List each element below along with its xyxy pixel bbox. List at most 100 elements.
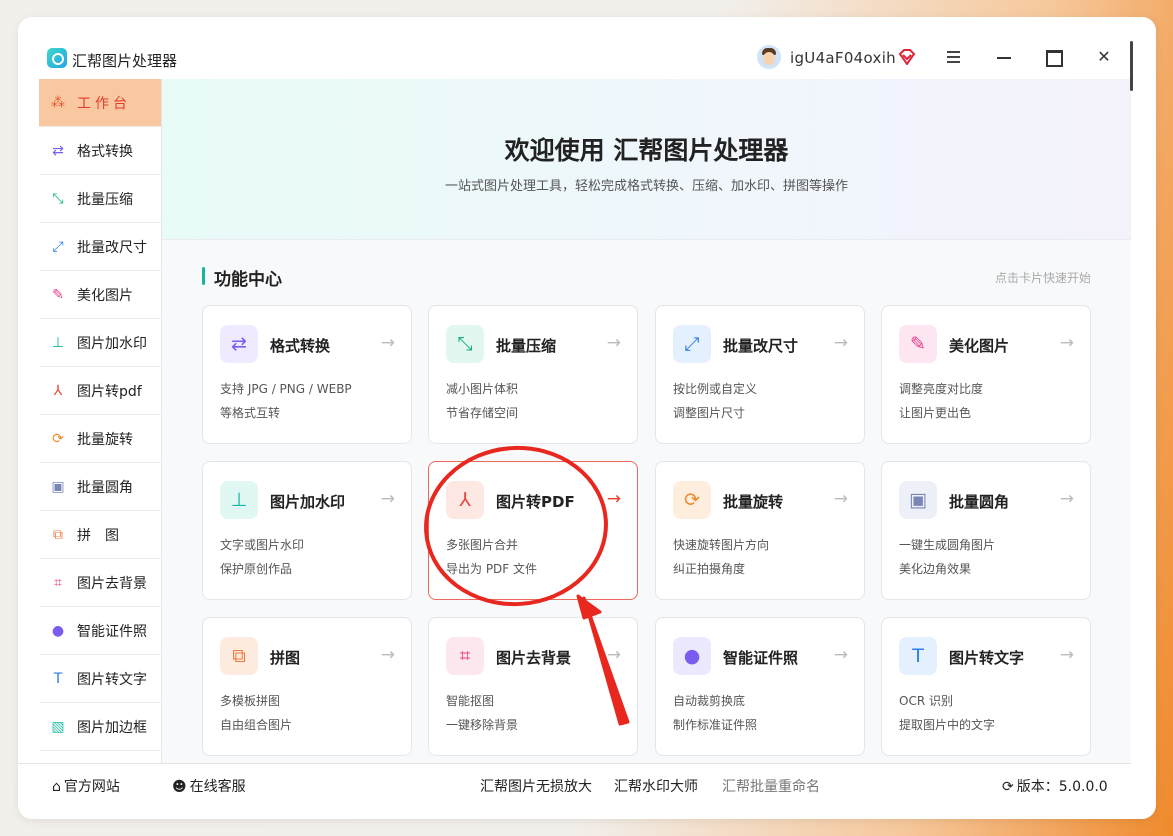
- sidebar-item-label: 图片转文字: [77, 671, 147, 688]
- sidebar-item-label: 图片加水印: [77, 335, 147, 352]
- sidebar-item-7[interactable]: ⟳ 批量旋转: [39, 415, 161, 463]
- menu-button[interactable]: [944, 47, 964, 67]
- close-button[interactable]: ✕: [1094, 47, 1114, 67]
- beautify-icon: ✎: [899, 325, 937, 363]
- card-description: 按比例或自定义: [673, 382, 758, 396]
- resize-icon: ⤢: [673, 325, 711, 363]
- text-icon: T: [53, 670, 63, 687]
- vip-diamond-icon[interactable]: [898, 49, 916, 65]
- feature-card[interactable]: ⌗ 图片去背景 → 智能抠图 一键移除背景: [428, 617, 638, 756]
- sidebar-item-5[interactable]: ⊥ 图片加水印: [39, 319, 161, 367]
- version-info: ⟳ 版本：5.0.0.0: [1002, 779, 1108, 795]
- feature-card[interactable]: ▣ 批量圆角 → 一键生成圆角图片 美化边角效果: [881, 461, 1091, 600]
- arrow-right-icon: →: [833, 645, 848, 665]
- card-title: 图片去背景: [496, 649, 572, 667]
- card-description: 制作标准证件照: [673, 718, 758, 732]
- card-description: 节省存储空间: [446, 406, 519, 420]
- sidebar-item-label: 美化图片: [77, 287, 133, 304]
- feature-card[interactable]: ⅄ 图片转PDF → 多张图片合并 导出为 PDF 文件: [428, 461, 638, 600]
- crop-icon: ⌗: [446, 637, 484, 675]
- collage-icon: ⧉: [53, 526, 63, 543]
- rotate-icon: ⟳: [673, 481, 711, 519]
- home-icon: ⌂: [52, 779, 61, 795]
- crop-icon: ⌗: [54, 574, 62, 591]
- feature-card[interactable]: ⤢ 批量改尺寸 → 按比例或自定义 调整图片尺寸: [655, 305, 865, 444]
- sidebar-item-10[interactable]: ⌗ 图片去背景: [39, 559, 161, 607]
- refresh-icon: ⟳: [1002, 779, 1014, 795]
- online-support-link[interactable]: ☻ 在线客服: [172, 776, 246, 796]
- sidebar-item-13[interactable]: ▧ 图片加边框: [39, 703, 161, 751]
- sidebar-item-8[interactable]: ▣ 批量圆角: [39, 463, 161, 511]
- user-avatar[interactable]: [757, 45, 781, 69]
- text-icon: T: [899, 637, 937, 675]
- feature-card[interactable]: ● 智能证件照 → 自动裁剪换底 制作标准证件照: [655, 617, 865, 756]
- arrow-right-icon: →: [606, 333, 621, 353]
- minimize-button[interactable]: [994, 47, 1014, 67]
- frame-icon: ▧: [51, 718, 65, 735]
- feature-card[interactable]: ⊥ 图片加水印 → 文字或图片水印 保护原创作品: [202, 461, 412, 600]
- sidebar-item-11[interactable]: ● 智能证件照: [39, 607, 161, 655]
- sidebar-item-6[interactable]: ⅄ 图片转pdf: [39, 367, 161, 415]
- sidebar-item-label: 智能证件照: [77, 623, 147, 640]
- compress-icon: ⤡: [52, 190, 64, 207]
- arrow-right-icon: →: [606, 489, 621, 509]
- card-title: 格式转换: [270, 337, 331, 355]
- sidebar-item-3[interactable]: ⤢ 批量改尺寸: [39, 223, 161, 271]
- card-title: 批量改尺寸: [723, 337, 799, 355]
- sidebar-item-4[interactable]: ✎ 美化图片: [39, 271, 161, 319]
- scrollbar-track[interactable]: [1131, 79, 1156, 763]
- card-title: 批量圆角: [949, 493, 1010, 511]
- pdf-icon: ⅄: [53, 382, 63, 399]
- support-agent-icon: ☻: [172, 779, 187, 795]
- feature-card[interactable]: ⟳ 批量旋转 → 快速旋转图片方向 纠正拍摄角度: [655, 461, 865, 600]
- card-title: 批量压缩: [496, 337, 557, 355]
- sidebar-item-label: 工作台: [77, 95, 131, 112]
- round-corner-icon: ▣: [899, 481, 937, 519]
- card-description: 减小图片体积: [446, 382, 519, 396]
- maximize-button[interactable]: [1044, 47, 1064, 67]
- sidebar-item-1[interactable]: ⇄ 格式转换: [39, 127, 161, 175]
- sidebar-item-label: 批量圆角: [77, 479, 133, 496]
- collage-icon: ⧉: [220, 637, 258, 675]
- card-title: 图片转文字: [949, 649, 1025, 667]
- section-title: 功能中心: [214, 270, 282, 290]
- footer-link-rename[interactable]: 汇帮批量重命名: [722, 776, 820, 796]
- sidebar-item-12[interactable]: T 图片转文字: [39, 655, 161, 703]
- footer-link-upscale[interactable]: 汇帮图片无损放大: [480, 776, 592, 796]
- card-description: 快速旋转图片方向: [673, 538, 770, 552]
- card-description: 文字或图片水印: [220, 538, 305, 552]
- footer-bar: ⌂ 官方网站 ☻ 在线客服 汇帮图片无损放大 汇帮水印大师 汇帮批量重命名 ⟳ 版本：…: [18, 763, 1131, 819]
- arrow-right-icon: →: [1059, 333, 1074, 353]
- footer-link-watermark[interactable]: 汇帮水印大师: [614, 776, 698, 796]
- official-website-link[interactable]: ⌂ 官方网站: [52, 776, 120, 796]
- feature-card[interactable]: ✎ 美化图片 → 调整亮度对比度 让图片更出色: [881, 305, 1091, 444]
- watermark-icon: ⊥: [51, 334, 65, 351]
- card-title: 图片加水印: [270, 493, 346, 511]
- arrow-right-icon: →: [833, 489, 848, 509]
- sidebar-item-label: 图片去背景: [77, 575, 147, 592]
- sidebar-item-label: 拼 图: [77, 527, 119, 544]
- card-title: 智能证件照: [723, 649, 799, 667]
- sidebar-item-label: 批量压缩: [77, 191, 133, 208]
- card-title: 美化图片: [949, 337, 1010, 355]
- resize-icon: ⤢: [52, 238, 64, 255]
- feature-card[interactable]: ⧉ 拼图 → 多模板拼图 自由组合图片: [202, 617, 412, 756]
- app-title: 汇帮图片处理器: [72, 52, 178, 70]
- sidebar-item-2[interactable]: ⤡ 批量压缩: [39, 175, 161, 223]
- feature-card[interactable]: ⇄ 格式转换 → 支持 JPG / PNG / WEBP 等格式互转: [202, 305, 412, 444]
- card-description: 导出为 PDF 文件: [446, 562, 538, 576]
- sidebar-item-label: 批量改尺寸: [77, 239, 147, 256]
- card-description: 多模板拼图: [220, 694, 281, 708]
- sidebar-item-0[interactable]: ⁂ 工作台: [39, 79, 161, 127]
- username[interactable]: igU4aF04oxih: [790, 49, 896, 67]
- feature-card[interactable]: ⤡ 批量压缩 → 减小图片体积 节省存储空间: [428, 305, 638, 444]
- scrollbar-thumb[interactable]: [1130, 41, 1133, 91]
- feature-card[interactable]: T 图片转文字 → OCR 识别 提取图片中的文字: [881, 617, 1091, 756]
- rotate-icon: ⟳: [52, 430, 64, 447]
- card-title: 批量旋转: [723, 493, 784, 511]
- card-description: 智能抠图: [446, 694, 495, 708]
- card-description: 提取图片中的文字: [899, 718, 996, 732]
- sidebar-item-9[interactable]: ⧉ 拼 图: [39, 511, 161, 559]
- card-description: 自动裁剪换底: [673, 694, 746, 708]
- arrow-right-icon: →: [380, 333, 395, 353]
